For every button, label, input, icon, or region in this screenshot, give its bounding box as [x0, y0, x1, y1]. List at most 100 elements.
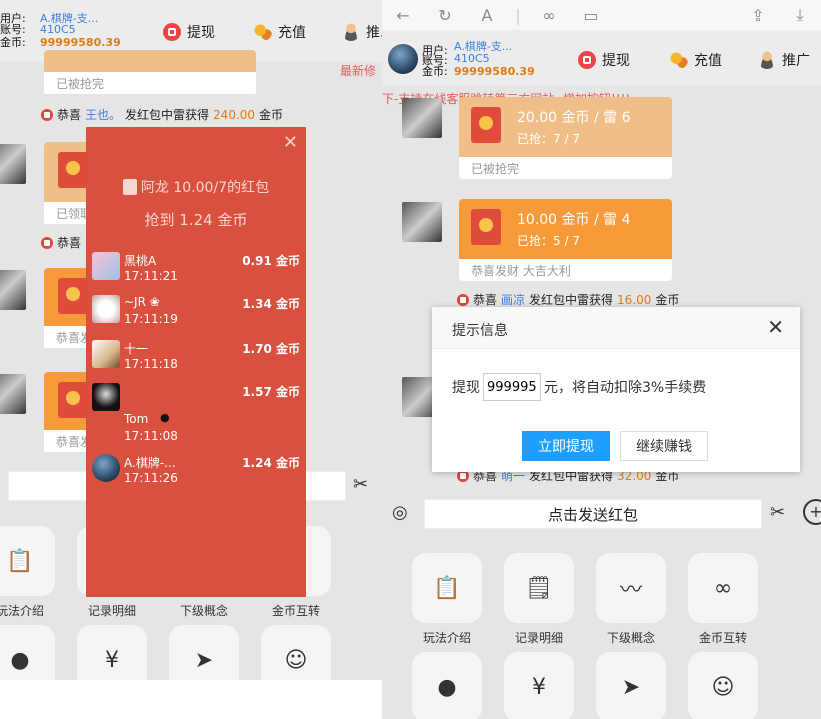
tools-icon[interactable]: ✂ [770, 502, 785, 523]
grid-item-emoji[interactable]: ☺ [250, 625, 342, 680]
account-value: 410C5 [454, 52, 490, 65]
list-item: A.棋牌-... 17:11:26 1.24 金币 [92, 454, 300, 496]
yuan-icon: ¥ [77, 625, 147, 680]
avatar [92, 252, 120, 280]
right-screenshot: ← ↻ A | ∞ ▭ ⇪ ⤓ 用户: A.棋牌-支... 账号: 410C5 … [382, 0, 821, 719]
notice-icon [41, 108, 53, 121]
avatar[interactable] [0, 270, 26, 310]
grid-item-transfer[interactable]: ∞金币互转 [677, 553, 769, 646]
withdraw-icon [578, 51, 596, 69]
clipboard-icon: 📋 [412, 553, 482, 623]
share-icon[interactable]: ⇪ [737, 6, 779, 25]
header: 用户: A.棋牌-支... 账号: 410C5 金币: 99999580.39 … [382, 30, 821, 86]
person-icon [342, 23, 360, 41]
gold-value: 99999580.39 [454, 65, 535, 78]
system-message: 恭喜 [41, 234, 81, 251]
voice-icon[interactable]: ◎ [392, 502, 408, 523]
marquee-text: 最新修 [340, 64, 377, 78]
plus-icon[interactable]: + [803, 499, 821, 525]
list-item: ~JR ❀ 17:11:19 1.34 金币 [92, 295, 300, 337]
packet-footer: 已被抢完 [459, 157, 672, 179]
system-message: 恭喜 王也。 发红包中雷获得 240.00 金币 [41, 106, 283, 123]
withdraw-dialog: 提示信息 ✕ 提现 元，将自动扣除3%手续费 立即提现 继续赚钱 [432, 307, 800, 472]
packet-icon [58, 152, 88, 188]
grid-item-wechat[interactable]: ● [401, 652, 493, 719]
gold-label: 金币: [0, 36, 26, 49]
promote-button[interactable]: 推广 [758, 50, 810, 70]
withdraw-amount-input[interactable] [483, 373, 541, 401]
reader-icon[interactable]: A [466, 6, 508, 25]
yuan-icon: ¥ [504, 652, 574, 719]
system-message: 恭喜 画凉 发红包中雷获得 16.00 金币 [457, 291, 679, 308]
avatar [92, 383, 120, 411]
packet-footer: 已被抢完 [44, 72, 256, 94]
red-packet[interactable]: 20.00 金币 / 雷 6 已抢：7 / 7 已被抢完 [459, 97, 672, 179]
withdraw-icon [163, 23, 181, 41]
avatar[interactable] [402, 98, 442, 138]
avatar[interactable] [388, 44, 418, 74]
confirm-withdraw-button[interactable]: 立即提现 [522, 431, 610, 461]
grid-item-send[interactable]: ➤ [158, 625, 250, 680]
dialog-body: 提现 元，将自动扣除3%手续费 [452, 373, 706, 401]
grid-item-emoji[interactable]: ☺ [677, 652, 769, 719]
withdraw-button[interactable]: 提现 [578, 50, 630, 70]
promote-button[interactable]: 推... [342, 22, 382, 42]
pulse-icon: 〰 [596, 553, 666, 623]
person-icon [758, 51, 776, 69]
gold-value: 99999580.39 [40, 36, 121, 49]
packet-icon [58, 278, 88, 314]
avatar[interactable] [0, 374, 26, 414]
function-grid: 📋玩法介绍 🗒记录明细 〰下级概念 ∞金币互转 ● ¥ ➤ ☺ [401, 553, 821, 719]
avatar[interactable] [402, 202, 442, 242]
red-packet[interactable]: 10.00 金币 / 雷 4 已抢：5 / 7 恭喜发财 大吉大利 [459, 199, 672, 281]
withdraw-button[interactable]: 提现 [163, 22, 215, 42]
close-icon[interactable]: ✕ [767, 315, 784, 339]
link-icon[interactable]: ∞ [528, 6, 570, 25]
grid-item-yuan[interactable]: ¥ [66, 625, 158, 680]
packet-icon [471, 107, 501, 143]
red-packet[interactable]: 已被抢完 [44, 50, 256, 96]
avatar[interactable] [0, 144, 26, 184]
divider: | [515, 5, 521, 25]
grid-item-subordinate[interactable]: 〰下级概念 [585, 553, 677, 646]
grid-item-yuan[interactable]: ¥ [493, 652, 585, 719]
download-icon[interactable]: ⤓ [779, 5, 821, 25]
gold-label: 金币: [422, 65, 448, 78]
avatar [92, 340, 120, 368]
window-icon[interactable]: ▭ [570, 6, 612, 25]
grid-item-rules[interactable]: 📋 玩法介绍 [401, 553, 493, 646]
grid-item-rules[interactable]: 📋 玩法介绍 [0, 526, 66, 619]
list-item: 黑桃A 17:11:21 0.91 金币 [92, 252, 300, 294]
paper-plane-icon: ➤ [169, 625, 239, 680]
user-name: A.棋牌-支... [454, 40, 513, 53]
notice-icon [41, 236, 53, 249]
refresh-icon[interactable]: ↻ [424, 6, 466, 25]
envelope-icon [122, 179, 137, 195]
smiley-icon: ☺ [688, 652, 758, 719]
clipboard-icon: 📋 [0, 526, 55, 596]
paper-plane-icon: ➤ [596, 652, 666, 719]
list-item: Tom 17:11:08 1.57 金币 ● [92, 383, 300, 443]
notice-icon [457, 293, 469, 306]
tools-icon[interactable]: ✂ [353, 474, 368, 495]
popup-subtitle: 抢到 1.24 金币 [144, 211, 248, 229]
packet-icon [471, 209, 501, 245]
receipt-icon: 🗒 [504, 553, 574, 623]
avatar [92, 295, 120, 323]
coins-icon [670, 51, 688, 69]
list-item: 十一 17:11:18 1.70 金币 [92, 340, 300, 382]
wechat-icon: ● [412, 652, 482, 719]
dialog-header: 提示信息 ✕ [432, 307, 800, 349]
grid-item-send[interactable]: ➤ [585, 652, 677, 719]
grid-item-records[interactable]: 🗒记录明细 [493, 553, 585, 646]
recharge-button[interactable]: 充值 [670, 50, 722, 70]
continue-earning-button[interactable]: 继续赚钱 [620, 431, 708, 461]
wechat-icon: ● [0, 625, 55, 680]
grid-item-wechat[interactable]: ● [0, 625, 66, 680]
send-red-packet-button[interactable]: 点击发送红包 [424, 499, 762, 529]
recharge-button[interactable]: 充值 [254, 22, 306, 42]
browser-toolbar: ← ↻ A | ∞ ▭ ⇪ ⤓ [382, 0, 821, 30]
close-icon[interactable]: ✕ [283, 132, 298, 153]
back-icon[interactable]: ← [382, 6, 424, 25]
popup-title: 阿龙 10.00/7的红包 [86, 177, 306, 197]
